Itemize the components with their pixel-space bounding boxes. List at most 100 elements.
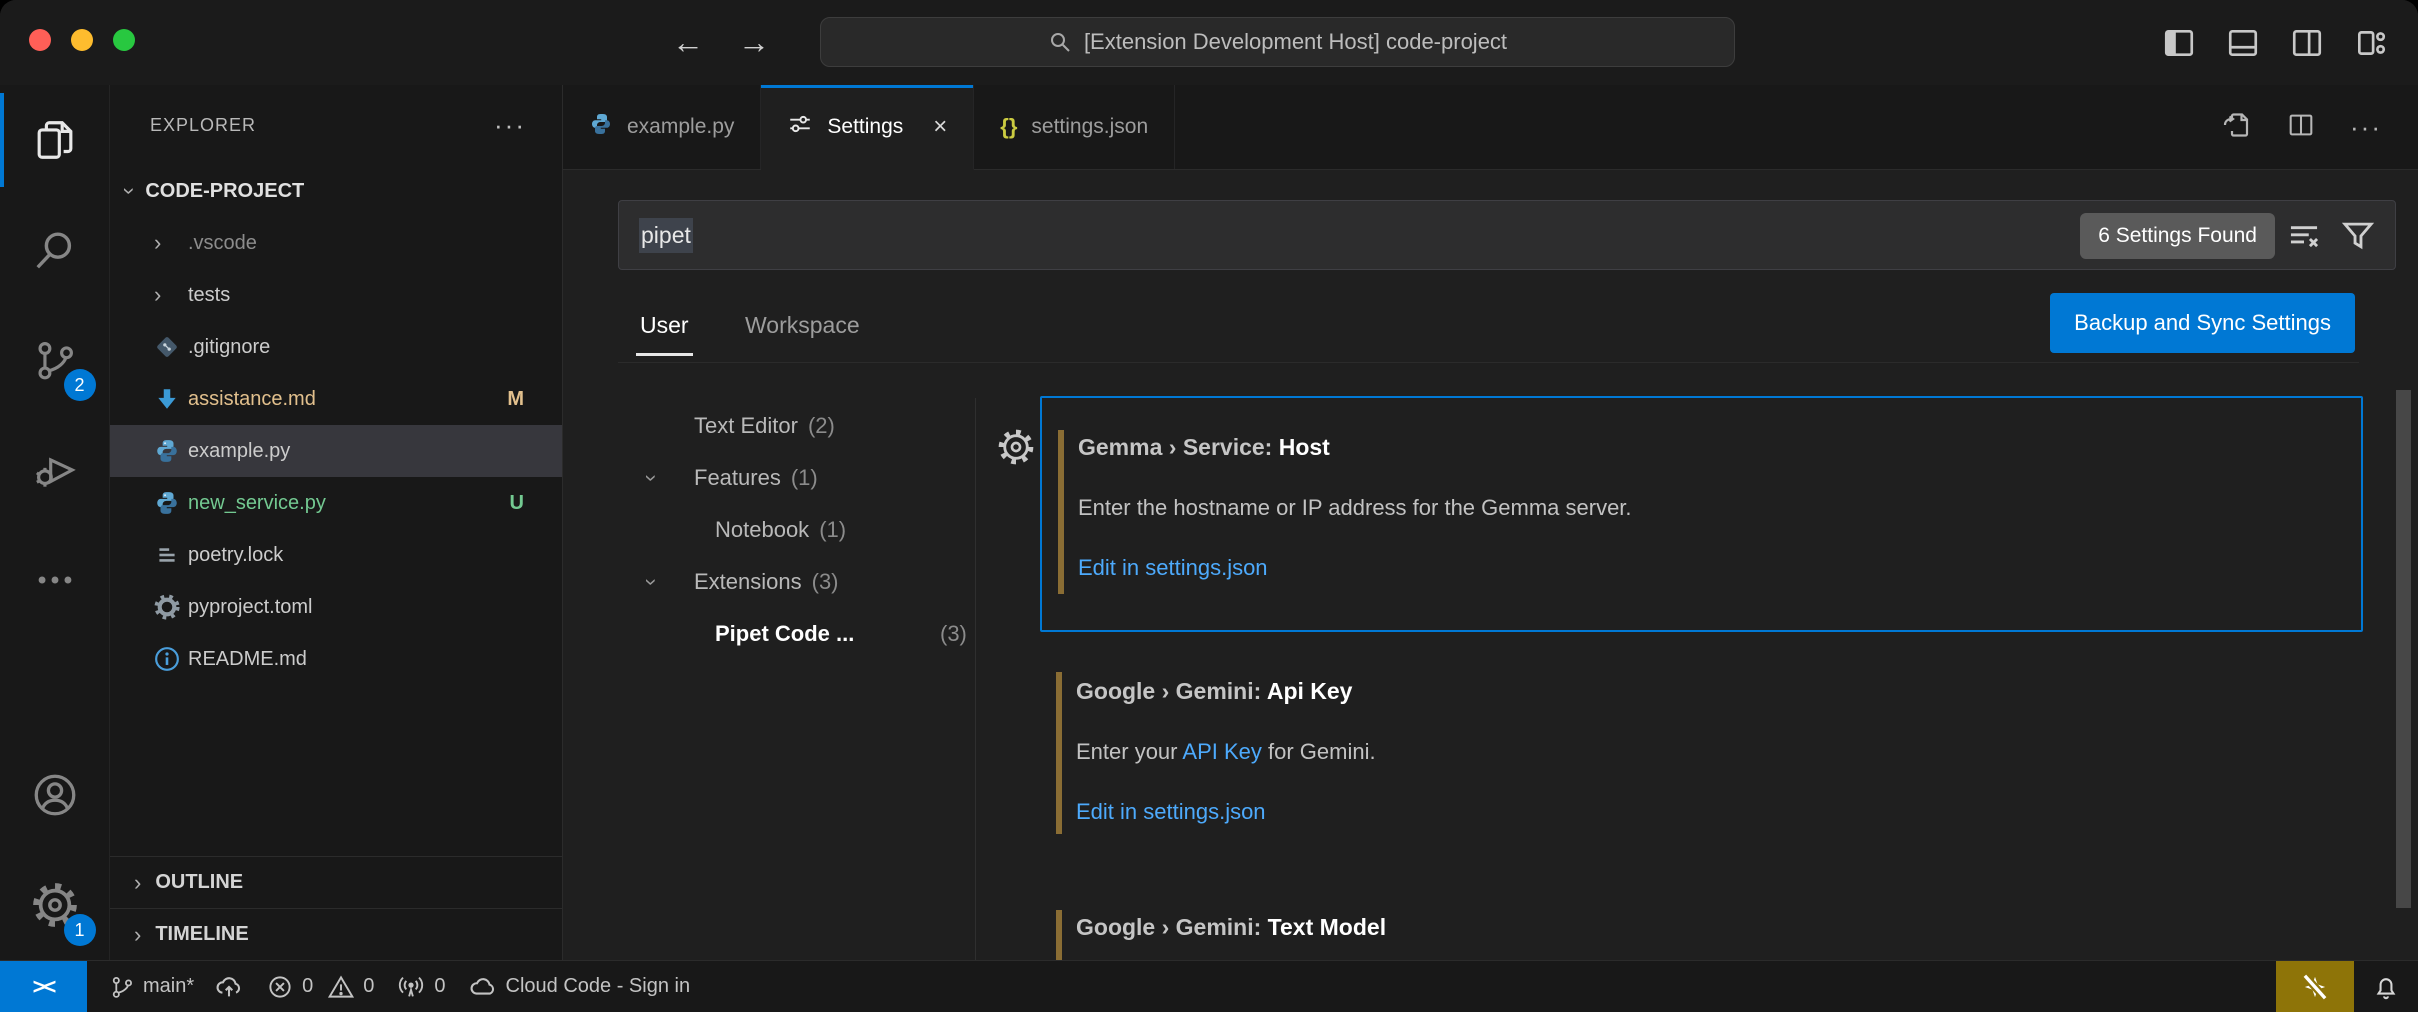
explorer-sidebar: EXPLORER ··· › CODE-PROJECT › .vscode › … [110,85,563,960]
git-modified-badge: M [507,388,524,411]
lockfile-icon [154,542,188,568]
timeline-section-header[interactable]: › TIMELINE [110,908,562,960]
accounts-button[interactable] [0,740,110,850]
ports-status-item[interactable]: 0 [396,972,445,1002]
setting-description: Enter the hostname or IP address for the… [1078,494,2361,522]
clear-search-filters-icon[interactable] [2285,217,2323,260]
tab-label: Settings [827,115,903,139]
toc-item-features[interactable]: › Features (1) [640,452,975,504]
tree-item-poetry-lock[interactable]: poetry.lock [110,529,562,581]
toggle-primary-sidebar-button[interactable] [2162,26,2196,60]
navigate-back-button[interactable]: ← [672,24,704,61]
tree-item-new-service-py[interactable]: new_service.py U [110,477,562,529]
run-debug-view-button[interactable] [0,415,110,525]
backup-sync-settings-button[interactable]: Backup and Sync Settings [2050,293,2355,353]
python-file-icon [154,438,188,464]
account-icon [31,771,79,819]
toc-item-text-editor[interactable]: Text Editor (2) [640,400,975,452]
python-file-icon [589,112,613,142]
remote-indicator[interactable]: >< [0,961,87,1012]
tree-item-assistance-md[interactable]: assistance.md M [110,373,562,425]
search-view-button[interactable] [0,195,110,305]
source-control-view-button[interactable]: 2 [0,305,110,415]
json-braces-icon: {} [1000,114,1017,140]
setting-row-gemma-service-host[interactable]: Gemma › Service: Host Enter the hostname… [1040,396,2363,632]
chevron-right-icon: › [134,924,141,946]
tree-item-vscode[interactable]: › .vscode [110,217,562,269]
toggle-panel-button[interactable] [2226,26,2260,60]
debug-icon [32,447,78,493]
tree-item-gitignore[interactable]: .gitignore [110,321,562,373]
scope-tab-workspace[interactable]: Workspace [745,288,860,362]
outline-section-header[interactable]: › OUTLINE [110,856,562,908]
tab-label: example.py [627,115,734,139]
setting-description: Enter your API Key for Gemini. [1076,738,2363,766]
title-bar: ← → [Extension Development Host] code-pr… [0,0,2418,85]
explorer-view-button[interactable] [0,85,110,195]
scope-tab-user[interactable]: User [640,288,689,362]
toml-gear-icon [154,594,188,620]
close-window-button[interactable] [29,29,51,51]
vscode-window: ← → [Extension Development Host] code-pr… [0,0,2418,1012]
filter-settings-icon[interactable] [2339,217,2377,260]
search-icon [32,227,78,273]
customize-layout-button[interactable] [2354,26,2388,60]
chevron-right-icon: › [134,872,141,894]
warnings-icon [327,973,355,1001]
tab-settings-json[interactable]: {} settings.json [974,85,1175,169]
manage-settings-button[interactable]: 1 [0,850,110,960]
close-tab-icon[interactable]: × [933,113,947,141]
settings-sliders-icon [787,111,813,143]
tree-item-example-py[interactable]: example.py [110,425,562,477]
modified-indicator [1056,910,1062,960]
api-key-link[interactable]: API Key [1182,739,1261,764]
editor-more-actions-button[interactable]: ··· [2350,112,2382,143]
problems-status-item[interactable]: 0 0 [266,973,374,1001]
branch-status-item[interactable]: main* [109,972,244,1002]
chevron-down-icon: › [119,187,141,194]
additional-views-button[interactable] [0,525,110,635]
setting-row-google-gemini-text-model[interactable]: Google › Gemini: Text Model [1040,898,2363,960]
split-editor-button[interactable] [2286,110,2316,145]
settings-badge: 1 [64,914,96,946]
editor-area: example.py Settings × {} settings.json ·… [563,85,2418,960]
minimize-window-button[interactable] [71,29,93,51]
cloud-code-status-item[interactable]: Cloud Code - Sign in [468,972,691,1002]
settings-scope-tabs: User Workspace Backup and Sync Settings [618,288,2359,363]
cloud-icon [468,972,498,1002]
setting-title: Google › Gemini: Api Key [1076,676,2363,706]
edit-in-settings-json-link[interactable]: Edit in settings.json [1076,798,2363,826]
modified-indicator [1056,672,1062,834]
gemini-code-assist-status-item[interactable] [2276,961,2354,1012]
python-file-icon [154,490,188,516]
scrollbar-thumb[interactable] [2396,390,2411,908]
setting-actions-gear-icon[interactable] [997,428,1035,471]
command-center-search[interactable]: [Extension Development Host] code-projec… [820,17,1735,67]
toggle-secondary-sidebar-button[interactable] [2290,26,2324,60]
setting-row-google-gemini-api-key[interactable]: Google › Gemini: Api Key Enter your API … [1040,658,2363,884]
tree-item-tests[interactable]: › tests [110,269,562,321]
tab-example-py[interactable]: example.py [563,85,761,169]
files-icon [32,117,78,163]
settings-search-value: pipet [639,218,693,253]
tree-item-readme-md[interactable]: README.md [110,633,562,685]
folder-root-row[interactable]: › CODE-PROJECT [110,165,562,217]
notifications-bell-icon[interactable] [2354,961,2418,1012]
errors-icon [266,973,294,1001]
spark-disabled-icon [2297,969,2333,1005]
navigate-forward-button[interactable]: → [738,24,770,61]
open-settings-json-button[interactable] [2220,109,2252,146]
toc-item-pipet-code[interactable]: Pipet Code ... (3) [640,608,975,660]
status-bar: >< main* 0 0 0 Cloud Code - Sign in [0,960,2418,1012]
edit-in-settings-json-link[interactable]: Edit in settings.json [1078,554,2361,582]
explorer-more-actions-button[interactable]: ··· [494,110,526,141]
window-controls [29,29,135,51]
settings-editor: pipet 6 Settings Found User Workspace Ba… [563,170,2418,960]
tree-item-pyproject-toml[interactable]: pyproject.toml [110,581,562,633]
toc-item-notebook[interactable]: Notebook (1) [640,504,975,556]
settings-search-input[interactable]: pipet 6 Settings Found [618,200,2396,270]
settings-found-badge: 6 Settings Found [2080,213,2275,259]
zoom-window-button[interactable] [113,29,135,51]
tab-settings[interactable]: Settings × [761,85,974,170]
toc-item-extensions[interactable]: › Extensions (3) [640,556,975,608]
